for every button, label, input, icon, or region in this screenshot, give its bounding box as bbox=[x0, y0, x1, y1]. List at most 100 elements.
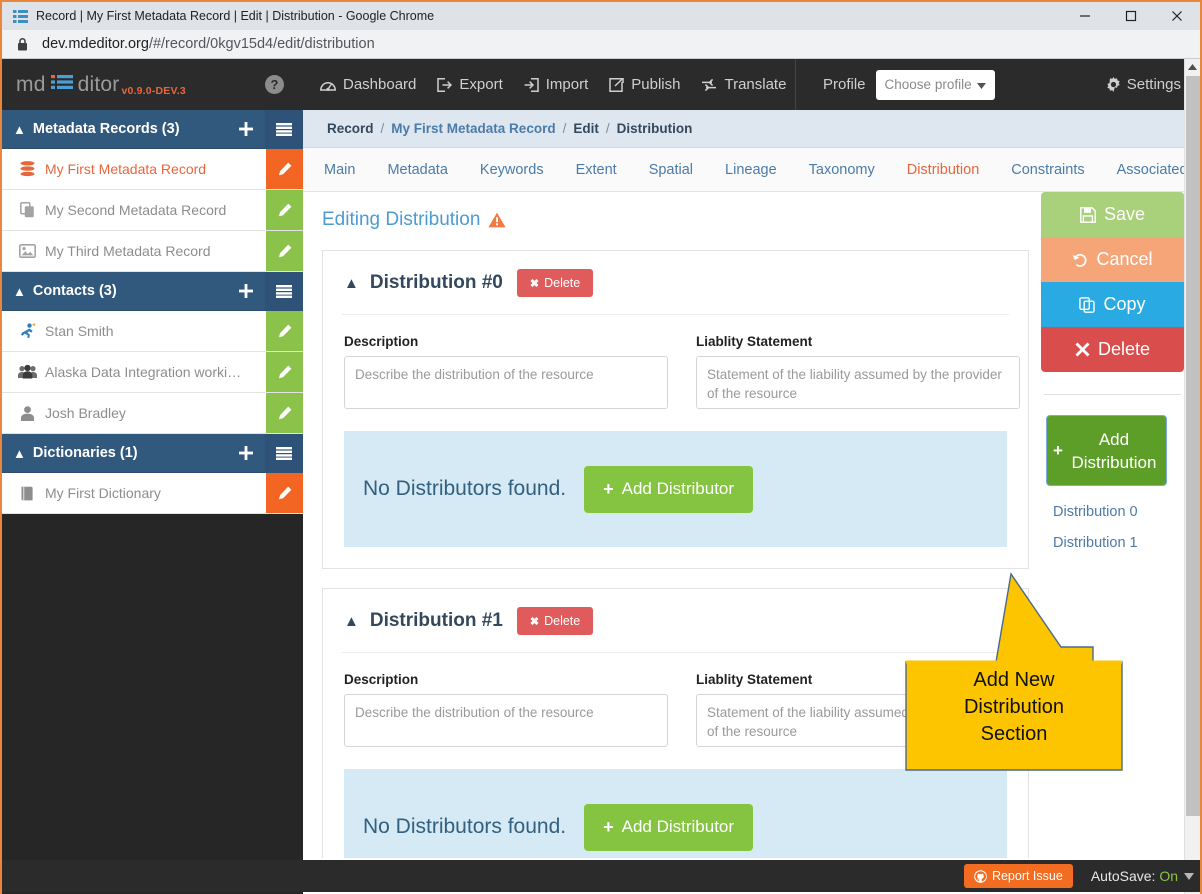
metadata-records-menu-button[interactable] bbox=[265, 109, 303, 149]
tab-constraints[interactable]: Constraints bbox=[1011, 162, 1084, 178]
tab-keywords[interactable]: Keywords bbox=[480, 162, 544, 178]
tab-main[interactable]: Main bbox=[324, 162, 355, 178]
liability-input[interactable] bbox=[696, 356, 1020, 409]
browser-urlbar[interactable]: dev.mdeditor.org/#/record/0kgv15d4/edit/… bbox=[2, 30, 1200, 59]
scroll-up-arrow-icon[interactable] bbox=[1185, 59, 1200, 75]
close-icon[interactable] bbox=[1154, 2, 1200, 30]
contacts-menu-button[interactable] bbox=[265, 271, 303, 311]
distribution-card-header: ▲ Distribution #0 ✖ Delete bbox=[342, 251, 1009, 315]
sidebar-item-stan-smith[interactable]: Stan Smith bbox=[2, 311, 303, 352]
chevron-up-icon[interactable]: ▲ bbox=[344, 275, 359, 292]
nav-dashboard[interactable]: Dashboard bbox=[320, 76, 416, 93]
liability-label: Liablity Statement bbox=[696, 334, 813, 349]
breadcrumb-item-record[interactable]: Record bbox=[327, 121, 374, 136]
add-dictionary-button[interactable] bbox=[227, 434, 265, 473]
user-icon bbox=[13, 405, 41, 421]
browser-tab-title: Record | My First Metadata Record | Edit… bbox=[36, 9, 435, 23]
svg-text:?: ? bbox=[271, 77, 279, 92]
sidebar-item-my-first-dictionary[interactable]: My First Dictionary bbox=[2, 473, 303, 514]
brand-version: v0.9.0-DEV.3 bbox=[121, 84, 186, 97]
nav-label: Export bbox=[459, 76, 503, 93]
nav-export[interactable]: Export bbox=[437, 76, 503, 93]
top-navbar: Dashboard Export Import Publish Translat… bbox=[303, 59, 1200, 110]
chevron-up-icon[interactable]: ▲ bbox=[344, 613, 359, 630]
status-bar: Report Issue AutoSave: On bbox=[2, 860, 1200, 892]
nav-publish[interactable]: Publish bbox=[609, 76, 680, 93]
profile-select[interactable]: Choose profile bbox=[875, 69, 995, 100]
plus-icon: + bbox=[603, 816, 614, 837]
nav-settings[interactable]: Settings bbox=[1106, 59, 1181, 110]
rail-link-distribution-0[interactable]: Distribution 0 bbox=[1053, 504, 1184, 520]
sidebar-group-contacts[interactable]: ▲ Contacts (3) bbox=[2, 271, 303, 311]
sidebar-group-dictionaries[interactable]: ▲ Dictionaries (1) bbox=[2, 433, 303, 473]
delete-record-button[interactable]: Delete bbox=[1041, 327, 1184, 372]
sidebar-item-my-third-metadata-record[interactable]: My Third Metadata Record bbox=[2, 231, 303, 272]
edit-contact-button[interactable] bbox=[266, 393, 303, 433]
sidebar-item-my-second-metadata-record[interactable]: My Second Metadata Record bbox=[2, 190, 303, 231]
delete-distribution-button[interactable]: ✖ Delete bbox=[516, 607, 594, 635]
add-distributor-button[interactable]: + Add Distributor bbox=[584, 465, 754, 513]
scroll-down-arrow-icon[interactable] bbox=[1181, 868, 1197, 884]
page-scrollbar[interactable] bbox=[1184, 59, 1200, 894]
cancel-button[interactable]: Cancel bbox=[1041, 237, 1184, 282]
edit-contact-button[interactable] bbox=[266, 311, 303, 351]
description-input[interactable] bbox=[344, 356, 668, 409]
tab-distribution[interactable]: Distribution bbox=[907, 162, 980, 178]
sidebar-item-label: Stan Smith bbox=[45, 323, 114, 339]
nav-label: Settings bbox=[1126, 76, 1181, 93]
runner-icon bbox=[13, 323, 41, 339]
nav-translate[interactable]: Translate bbox=[701, 76, 786, 93]
no-distributors-text: No Distributors found. bbox=[363, 815, 567, 838]
nav-import[interactable]: Import bbox=[524, 76, 588, 93]
left-sidebar: md ditor v0.9.0-DEV.3 ? ▲ Metadata Recor… bbox=[2, 59, 303, 894]
sidebar-item-my-first-metadata-record[interactable]: My First Metadata Record bbox=[2, 149, 303, 190]
tab-associated[interactable]: Associated bbox=[1117, 162, 1188, 178]
add-contact-button[interactable] bbox=[227, 272, 265, 311]
dictionaries-menu-button[interactable] bbox=[265, 433, 303, 473]
action-rail: Save Cancel Copy Delete + Add Distributi… bbox=[1041, 192, 1184, 892]
copy-button[interactable]: Copy bbox=[1041, 282, 1184, 327]
description-label: Description bbox=[344, 672, 419, 687]
floppy-icon bbox=[1080, 206, 1096, 223]
tab-spatial[interactable]: Spatial bbox=[649, 162, 693, 178]
profile-select-value: Choose profile bbox=[884, 77, 972, 92]
edit-record-button[interactable] bbox=[266, 149, 303, 189]
tab-extent[interactable]: Extent bbox=[576, 162, 617, 178]
save-button[interactable]: Save bbox=[1041, 192, 1184, 237]
record-actions: Save Cancel Copy Delete bbox=[1041, 192, 1184, 372]
edit-contact-button[interactable] bbox=[266, 352, 303, 392]
import-icon bbox=[524, 77, 539, 92]
brand-prefix: md bbox=[16, 72, 46, 96]
chevron-up-icon: ▲ bbox=[13, 121, 26, 137]
rail-link-distribution-1[interactable]: Distribution 1 bbox=[1053, 535, 1184, 551]
help-circle-icon[interactable]: ? bbox=[265, 75, 284, 94]
distribution-fields: Description Liablity Statement bbox=[323, 315, 1028, 414]
tab-metadata[interactable]: Metadata bbox=[387, 162, 447, 178]
edit-record-button[interactable] bbox=[266, 190, 303, 230]
scrollbar-thumb[interactable] bbox=[1186, 76, 1200, 816]
add-distributor-button[interactable]: + Add Distributor bbox=[584, 803, 754, 851]
sidebar-group-metadata-records[interactable]: ▲ Metadata Records (3) bbox=[2, 109, 303, 149]
autosave-label: AutoSave: bbox=[1090, 868, 1156, 884]
add-metadata-record-button[interactable] bbox=[227, 110, 265, 149]
delete-distribution-button[interactable]: ✖ Delete bbox=[516, 269, 594, 297]
tab-taxonomy[interactable]: Taxonomy bbox=[809, 162, 875, 178]
breadcrumb-item-edit[interactable]: Edit bbox=[573, 121, 599, 136]
breadcrumb-separator: / bbox=[380, 121, 385, 136]
breadcrumb-item-record-name[interactable]: My First Metadata Record bbox=[391, 121, 555, 136]
edit-record-button[interactable] bbox=[266, 231, 303, 271]
list-icon bbox=[12, 8, 28, 24]
database-icon bbox=[13, 161, 41, 177]
minimize-icon[interactable] bbox=[1062, 2, 1108, 30]
tab-lineage[interactable]: Lineage bbox=[725, 162, 777, 178]
maximize-icon[interactable] bbox=[1108, 2, 1154, 30]
description-input[interactable] bbox=[344, 694, 668, 747]
sidebar-item-label: Alaska Data Integration working… bbox=[45, 364, 245, 380]
sidebar-item-josh-bradley[interactable]: Josh Bradley bbox=[2, 393, 303, 434]
url-text[interactable]: dev.mdeditor.org/#/record/0kgv15d4/edit/… bbox=[42, 36, 375, 52]
save-button-label: Save bbox=[1103, 204, 1146, 224]
add-distribution-button[interactable]: + Add Distribution bbox=[1046, 415, 1167, 486]
sidebar-item-alaska-data-integration[interactable]: Alaska Data Integration working… bbox=[2, 352, 303, 393]
edit-dictionary-button[interactable] bbox=[266, 473, 303, 513]
report-issue-button[interactable]: Report Issue bbox=[963, 864, 1073, 888]
